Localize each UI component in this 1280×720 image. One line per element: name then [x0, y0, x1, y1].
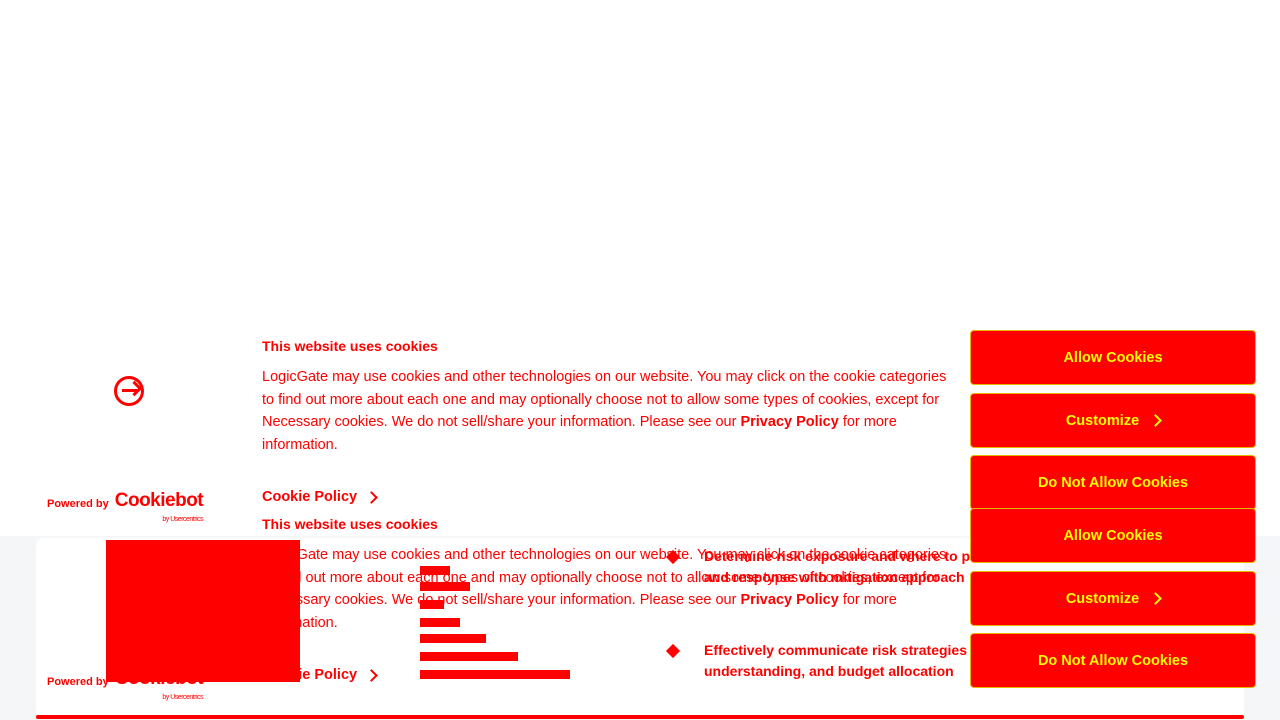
cookie-banner: This website uses cookies LogicGate may … — [36, 326, 1266, 523]
customize-button[interactable]: Customize — [970, 571, 1256, 626]
privacy-policy-link[interactable]: Privacy Policy — [740, 592, 838, 608]
deny-cookies-button[interactable]: Do Not Allow Cookies — [970, 455, 1256, 510]
allow-cookies-button[interactable]: Allow Cookies — [970, 330, 1256, 385]
cookie-policy-link[interactable]: Cookie Policy — [262, 667, 378, 683]
chevron-right-icon — [1149, 414, 1163, 427]
chevron-right-icon — [1149, 592, 1163, 605]
powered-by[interactable]: Powered by Cookiebot by Usercentrics — [47, 668, 204, 701]
chevron-right-icon — [365, 668, 378, 682]
customize-button[interactable]: Customize — [970, 393, 1256, 448]
chevron-right-icon — [365, 490, 378, 504]
cookie-policy-link[interactable]: Cookie Policy — [262, 489, 378, 505]
privacy-policy-link[interactable]: Privacy Policy — [740, 414, 838, 430]
divider — [36, 715, 1244, 719]
site-logo-icon — [114, 556, 144, 586]
allow-cookies-button[interactable]: Allow Cookies — [970, 508, 1256, 563]
deny-cookies-button[interactable]: Do Not Allow Cookies — [970, 633, 1256, 688]
cookiebot-logo: Cookiebot by Usercentrics — [114, 668, 204, 701]
cookie-description: LogicGate may use cookies and other tech… — [262, 547, 947, 631]
cookie-description: LogicGate may use cookies and other tech… — [262, 369, 947, 453]
cookie-title: This website uses cookies — [262, 516, 438, 532]
cookie-banner-duplicate: This website uses cookies LogicGate may … — [36, 504, 1266, 701]
site-logo-icon — [114, 376, 144, 406]
cookie-title: This website uses cookies — [262, 338, 438, 354]
